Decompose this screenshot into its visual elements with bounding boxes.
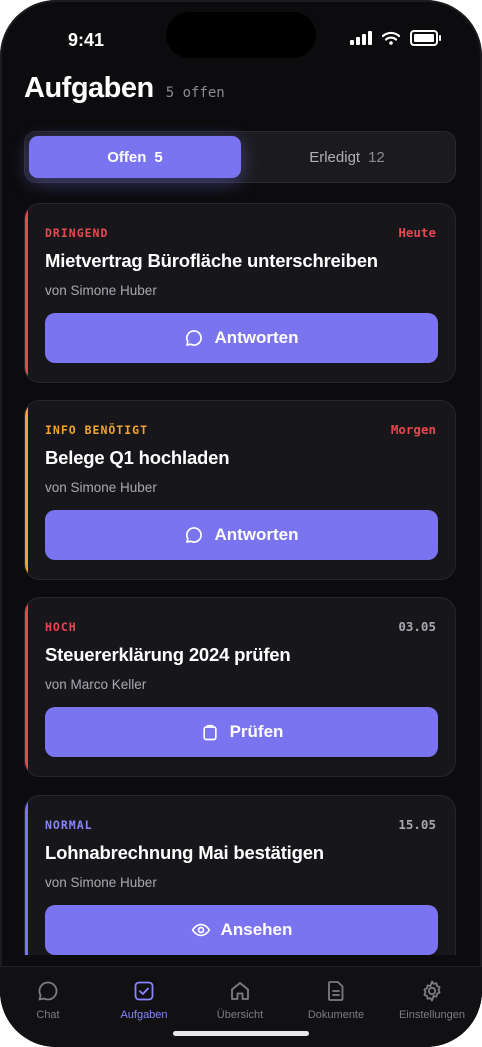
wifi-icon (382, 31, 400, 45)
tab-overview[interactable]: Übersicht (192, 979, 288, 1021)
task-card[interactable]: DRINGEND Heute Mietvertrag Bürofläche un… (24, 203, 456, 383)
tab-chat[interactable]: Chat (0, 979, 96, 1021)
gear-icon (423, 980, 441, 1002)
chat-bubble-icon (186, 330, 203, 346)
page-title: Aufgaben (24, 72, 154, 104)
segment-done-label: Erledigt (309, 148, 361, 166)
tab-chat-label: Chat (36, 1009, 60, 1021)
tab-documents-label: Dokumente (307, 1009, 365, 1021)
task-card[interactable]: HOCH 03.05 Steuererklärung 2024 prüfen v… (24, 597, 456, 777)
review-button[interactable]: Prüfen (45, 707, 438, 757)
review-button-label: Prüfen (229, 722, 284, 741)
task-list[interactable]: DRINGEND Heute Mietvertrag Bürofläche un… (24, 203, 456, 955)
task-assignee: von Simone Huber (45, 283, 157, 298)
tab-settings-label: Einstellungen (398, 1009, 466, 1021)
status-bar: 9:41 (0, 0, 482, 80)
page-header: Aufgaben 5 offen (24, 72, 225, 105)
task-assignee: von Simone Huber (45, 875, 157, 890)
view-button[interactable]: Ansehen (45, 905, 438, 955)
reply-button-label: Antworten (214, 328, 299, 347)
home-icon (231, 982, 249, 1000)
clipboard-icon (202, 724, 217, 741)
reply-button[interactable]: Antworten (45, 510, 438, 560)
due-date: Morgen (390, 422, 436, 437)
priority-tag: INFO BENÖTIGT (45, 423, 149, 437)
task-assignee: von Marco Keller (45, 677, 147, 692)
tab-tasks[interactable]: Aufgaben (96, 979, 192, 1021)
reply-button-label: Antworten (214, 525, 299, 544)
reply-button[interactable]: Antworten (45, 313, 438, 363)
task-title: Mietvertrag Bürofläche unterschreiben (45, 250, 378, 271)
tab-settings[interactable]: Einstellungen (384, 979, 480, 1021)
priority-accent-bar (25, 204, 28, 382)
tab-tasks-label: Aufgaben (120, 1009, 168, 1021)
task-title: Steuererklärung 2024 prüfen (45, 644, 291, 665)
tab-overview-label: Übersicht (216, 1009, 264, 1021)
due-date: Heute (398, 225, 436, 240)
phone-screen: 9:41 Aufgaben 5 offen Offen 5 Erledigt 1… (0, 0, 482, 1047)
segment-done[interactable]: Erledigt 12 (241, 136, 453, 178)
chat-bubble-icon (186, 527, 203, 543)
due-date: 15.05 (398, 817, 436, 832)
battery-icon (410, 30, 441, 46)
due-date: 03.05 (398, 619, 436, 634)
priority-tag: DRINGEND (45, 226, 109, 240)
task-card[interactable]: NORMAL 15.05 Lohnabrechnung Mai bestätig… (24, 795, 456, 955)
segment-open[interactable]: Offen 5 (29, 136, 241, 178)
task-assignee: von Simone Huber (45, 480, 157, 495)
chat-icon (38, 981, 58, 1001)
view-button-label: Ansehen (220, 920, 293, 939)
signal-icon (350, 31, 372, 45)
priority-accent-bar (25, 598, 28, 776)
dynamic-island (166, 12, 316, 58)
priority-accent-bar (25, 796, 28, 955)
priority-tag: HOCH (45, 620, 77, 634)
status-time: 9:41 (68, 30, 105, 50)
tab-documents[interactable]: Dokumente (288, 979, 384, 1021)
checkbox-icon (134, 981, 154, 1001)
home-indicator[interactable] (173, 1031, 309, 1036)
task-title: Belege Q1 hochladen (45, 447, 230, 468)
task-filter-segmented-control: Offen 5 Erledigt 12 (24, 131, 456, 183)
segment-open-label: Offen (107, 148, 147, 166)
status-icons (350, 30, 441, 46)
task-title: Lohnabrechnung Mai bestätigen (45, 842, 324, 863)
segment-open-count: 5 (154, 148, 163, 166)
priority-tag: NORMAL (45, 818, 93, 832)
priority-accent-bar (25, 401, 28, 579)
eye-icon (191, 923, 210, 937)
document-icon (328, 981, 344, 1001)
task-card[interactable]: INFO BENÖTIGT Morgen Belege Q1 hochladen… (24, 400, 456, 580)
segment-done-count: 12 (368, 148, 385, 166)
open-count: 5 offen (165, 85, 225, 101)
